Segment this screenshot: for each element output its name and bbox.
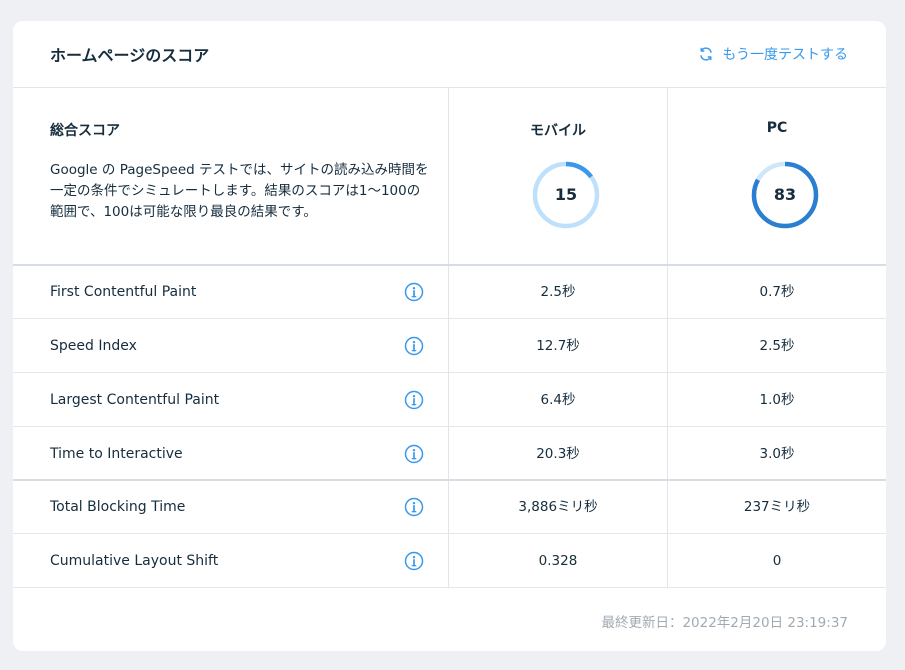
column-header-pc: PC bbox=[766, 120, 788, 136]
pc-value: 0.7秒 bbox=[759, 284, 795, 300]
mobile-score-gauge: 15 bbox=[531, 160, 601, 230]
retest-label: もう一度テストする bbox=[722, 47, 848, 63]
metric-row-lcp: Largest Contentful Paint 6.4秒 1.0秒 bbox=[13, 373, 886, 427]
metric-label: Cumulative Layout Shift bbox=[50, 553, 219, 569]
column-header-mobile: モバイル bbox=[530, 123, 586, 139]
mobile-score-value: 15 bbox=[554, 185, 578, 204]
pc-value: 0 bbox=[772, 553, 782, 569]
pc-value: 237ミリ秒 bbox=[743, 499, 811, 515]
info-icon[interactable] bbox=[404, 282, 424, 302]
refresh-icon bbox=[698, 46, 714, 62]
metric-row-speed-index: Speed Index 12.7秒 2.5秒 bbox=[13, 319, 886, 373]
pc-value: 1.0秒 bbox=[759, 392, 795, 408]
mobile-value: 2.5秒 bbox=[540, 284, 576, 300]
mobile-value: 6.4秒 bbox=[540, 392, 576, 408]
metric-label: Speed Index bbox=[50, 338, 137, 354]
metric-label: Largest Contentful Paint bbox=[50, 392, 220, 408]
mobile-value: 0.328 bbox=[538, 553, 578, 569]
pc-score-gauge: 83 bbox=[750, 160, 820, 230]
metric-row-cls: Cumulative Layout Shift 0.328 0 bbox=[13, 534, 886, 588]
mobile-value: 20.3秒 bbox=[536, 446, 580, 462]
metric-label: Time to Interactive bbox=[50, 446, 183, 462]
metric-row-fcp: First Contentful Paint 2.5秒 0.7秒 bbox=[13, 265, 886, 319]
metric-row-tti: Time to Interactive 20.3秒 3.0秒 bbox=[13, 427, 886, 481]
metric-row-tbt: Total Blocking Time 3,886ミリ秒 237ミリ秒 bbox=[13, 480, 886, 534]
retest-button[interactable]: もう一度テストする bbox=[698, 44, 848, 64]
overall-score-title: 総合スコア bbox=[50, 123, 120, 139]
mobile-value: 3,886ミリ秒 bbox=[518, 499, 598, 515]
info-icon[interactable] bbox=[404, 497, 424, 517]
score-card: ホームページのスコア もう一度テストする 総合スコア Google の Page… bbox=[13, 21, 886, 651]
card-header: ホームページのスコア もう一度テストする bbox=[13, 21, 886, 88]
info-icon[interactable] bbox=[404, 444, 424, 464]
overall-score-description: Google の PageSpeed テストでは、サイトの読み込み時間を一定の条… bbox=[50, 162, 429, 220]
mobile-value: 12.7秒 bbox=[536, 338, 580, 354]
last-updated: 最終更新日：2022年2月20日 23:19:37 bbox=[601, 615, 848, 631]
info-icon[interactable] bbox=[404, 336, 424, 356]
metric-label: Total Blocking Time bbox=[50, 499, 186, 515]
info-icon[interactable] bbox=[404, 551, 424, 571]
pc-value: 3.0秒 bbox=[759, 446, 795, 462]
metric-label: First Contentful Paint bbox=[50, 284, 197, 300]
pc-score-value: 83 bbox=[773, 185, 797, 204]
info-icon[interactable] bbox=[404, 390, 424, 410]
pc-value: 2.5秒 bbox=[759, 338, 795, 354]
page-title: ホームページのスコア bbox=[50, 46, 210, 65]
